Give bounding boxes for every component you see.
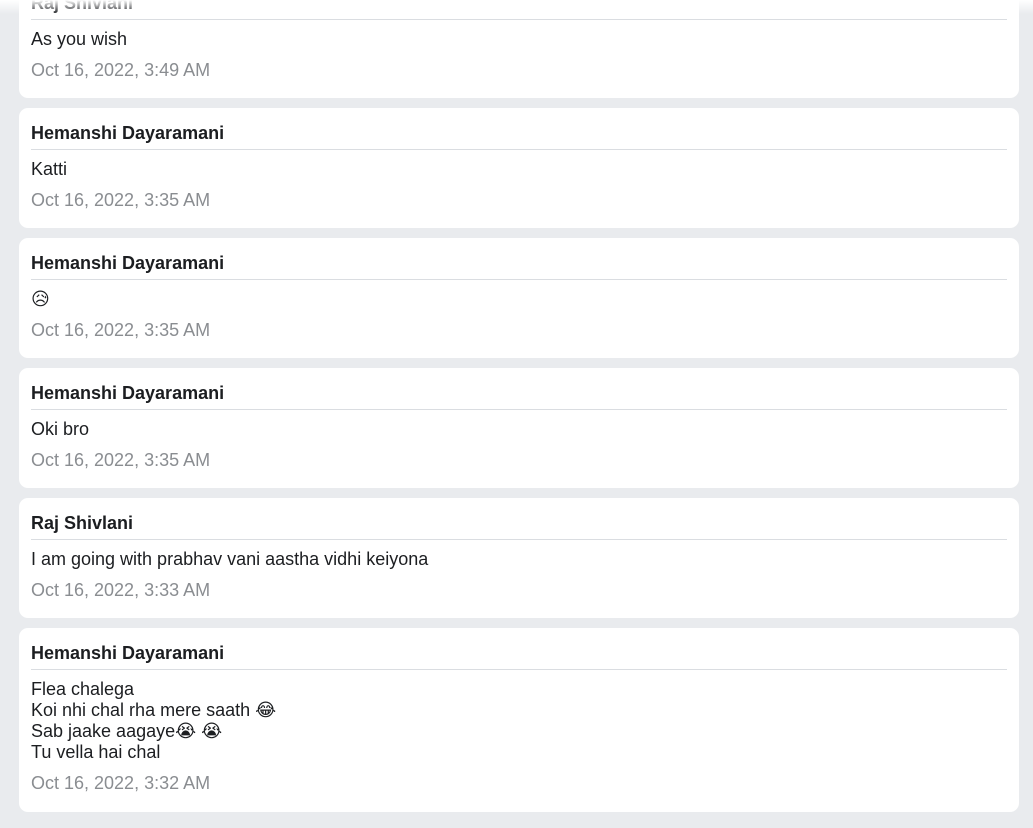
message-body: Katti (31, 159, 1007, 180)
message-body: I am going with prabhav vani aastha vidh… (31, 549, 1007, 570)
message-sender: Hemanshi Dayaramani (31, 252, 1007, 280)
message-feed[interactable]: Raj Shivlani As you wish Oct 16, 2022, 3… (19, 0, 1019, 822)
message-sender: Hemanshi Dayaramani (31, 382, 1007, 410)
message-line: Koi nhi chal rha mere saath 😂 (31, 700, 277, 720)
message-sender: Hemanshi Dayaramani (31, 642, 1007, 670)
message-body: 😥 (31, 289, 1007, 310)
message-body: Flea chalega Koi nhi chal rha mere saath… (31, 679, 1007, 763)
message-card: Hemanshi Dayaramani 😥 Oct 16, 2022, 3:35… (19, 238, 1019, 358)
message-timestamp: Oct 16, 2022, 3:35 AM (31, 450, 211, 470)
message-line: Tu vella hai chal (31, 742, 161, 762)
message-card: Hemanshi Dayaramani Oki bro Oct 16, 2022… (19, 368, 1019, 488)
message-card: Hemanshi Dayaramani Flea chalega Koi nhi… (19, 628, 1019, 812)
message-body: As you wish (31, 29, 1007, 50)
message-line: 😥 (31, 289, 50, 309)
message-line: Oki bro (31, 419, 90, 439)
message-line: Sab jaake aagaye😭 😭 (31, 721, 223, 741)
message-timestamp: Oct 16, 2022, 3:32 AM (31, 773, 211, 793)
message-line: Flea chalega (31, 679, 135, 699)
message-timestamp: Oct 16, 2022, 3:35 AM (31, 320, 211, 340)
top-scroll-fade (0, 0, 1033, 14)
message-timestamp: Oct 16, 2022, 3:33 AM (31, 580, 211, 600)
message-card: Raj Shivlani As you wish Oct 16, 2022, 3… (19, 0, 1019, 98)
message-card: Raj Shivlani I am going with prabhav van… (19, 498, 1019, 618)
message-timestamp: Oct 16, 2022, 3:49 AM (31, 60, 211, 80)
message-sender: Hemanshi Dayaramani (31, 122, 1007, 150)
message-sender: Raj Shivlani (31, 512, 1007, 540)
message-timestamp: Oct 16, 2022, 3:35 AM (31, 190, 211, 210)
message-line: Katti (31, 159, 68, 179)
message-card: Hemanshi Dayaramani Katti Oct 16, 2022, … (19, 108, 1019, 228)
message-line: I am going with prabhav vani aastha vidh… (31, 549, 429, 569)
message-line: As you wish (31, 29, 128, 49)
message-body: Oki bro (31, 419, 1007, 440)
